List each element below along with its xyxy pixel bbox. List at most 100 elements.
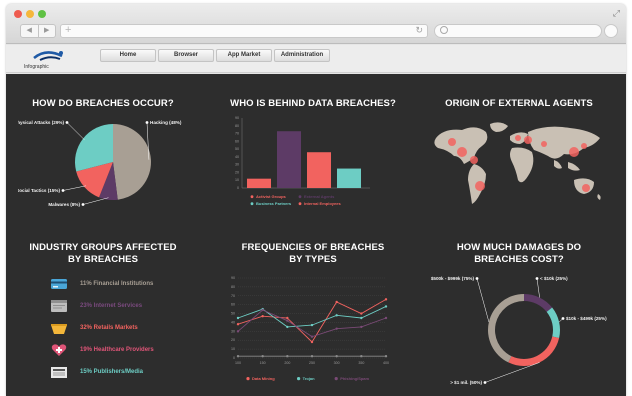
data-point [236, 355, 240, 358]
data-point [360, 355, 363, 358]
expand-icon[interactable]: ⤢ [613, 8, 620, 19]
reload-icon[interactable]: ↻ [415, 25, 423, 36]
y-tick-label: 0 [233, 356, 235, 360]
y-tick-label: 10 [235, 178, 239, 182]
tab-home[interactable]: Home [100, 49, 156, 62]
legend-label: Internal Employees [304, 201, 341, 206]
y-tick-label: 60 [231, 303, 235, 307]
data-point [384, 316, 388, 320]
x-tick-label: 150 [260, 361, 266, 365]
new-tab-icon[interactable]: + [65, 24, 71, 36]
y-tick-label: 70 [235, 132, 239, 136]
y-tick-label: 80 [235, 124, 239, 128]
browser-menu-button[interactable] [604, 24, 618, 38]
newspaper-icon [51, 367, 67, 378]
donut-segment-label: $500k - $999k (75%) [431, 276, 475, 281]
x-tick-label: 100 [235, 361, 241, 365]
y-tick-label: 30 [235, 163, 239, 167]
damages-title: HOW MUCH DAMAGES DO BREACHES COST? [456, 242, 582, 265]
frequencies-title: FREQUENCIES OF BREACHES BY TYPES [241, 242, 385, 265]
donut-segment-label: $10k - $499k (25%) [566, 316, 607, 321]
donut-label-dot [535, 277, 539, 280]
tab-browser[interactable]: Browser [158, 49, 214, 62]
behind-breaches-title: WHO IS BEHIND DATA BREACHES? [230, 98, 396, 109]
zoom-window-button[interactable] [38, 10, 46, 18]
data-point [261, 355, 264, 358]
legend-dot [297, 377, 301, 381]
series-line [237, 309, 387, 338]
breaches-occur-title: HOW DO BREACHES OCCUR? [32, 98, 174, 109]
data-point [261, 308, 264, 312]
legend-dot [298, 195, 302, 199]
main-navigation: Home Browser App Market Administration [100, 49, 332, 62]
industry-label: 11% Financial Institutions [80, 281, 154, 287]
donut-leader-line [476, 278, 490, 323]
behind-breaches-bar-chart: 0 10 20 30 40 50 60 70 80 90 Activist Groups Extern… [235, 116, 370, 206]
browser-window-icon [51, 300, 67, 312]
bar [307, 152, 331, 188]
world-map [434, 122, 601, 204]
legend-dot [250, 202, 254, 206]
industry-label: 23% Internet Services [80, 303, 143, 309]
legend-label: Phishing/Spam [340, 376, 369, 381]
data-point [335, 314, 338, 317]
pie-leader-line [66, 122, 85, 141]
industry-item-internet: 23% Internet Services [50, 298, 142, 314]
industry-item-publishers: 15% Publishers/Media [50, 364, 143, 380]
pie-leader-line [82, 197, 109, 205]
donut-segment [546, 307, 560, 339]
y-tick-label: 60 [235, 139, 239, 143]
back-button[interactable]: ◀ [21, 25, 38, 37]
data-point [335, 300, 338, 304]
x-tick-label: 200 [284, 361, 290, 365]
industry-item-financial: 11% Financial Institutions [50, 276, 153, 292]
legend-dot [334, 377, 338, 381]
tab-app-market[interactable]: App Market [216, 49, 272, 62]
logo-icon [33, 51, 63, 61]
industry-groups-title: INDUSTRY GROUPS AFFECTED BY BREACHES [29, 242, 177, 265]
bar [337, 168, 361, 188]
industry-label: 32% Retails Markets [80, 325, 138, 331]
y-tick-label: 20 [231, 338, 235, 342]
legend-label: Business Partners [256, 201, 292, 206]
pie-slice-label: Social Tactics (15%) [18, 188, 60, 193]
bar [247, 178, 271, 188]
address-bar[interactable]: + ↻ [60, 24, 428, 38]
data-point [335, 327, 338, 330]
y-tick-label: 50 [235, 147, 239, 151]
search-icon [440, 26, 448, 34]
donut-label-dot [475, 277, 479, 280]
bar [277, 131, 301, 188]
y-tick-label: 30 [231, 329, 235, 333]
x-tick-label: 250 [309, 361, 315, 365]
data-point [310, 323, 314, 327]
data-point [360, 316, 363, 320]
legend-dot [298, 202, 302, 206]
data-point [360, 312, 363, 315]
browser-toolbar: ⤢ ◀ ▶ + ↻ [6, 4, 626, 44]
data-point [384, 355, 388, 358]
data-point [335, 355, 338, 358]
data-point [236, 330, 240, 333]
donut-segment [524, 294, 553, 312]
donut-label-dot [483, 381, 487, 384]
damages-donut-chart: < $10k (25%) $10k - $499k (25%) > $1 mil. … [431, 276, 607, 385]
data-point [360, 325, 363, 329]
industry-item-healthcare: 19% Healthcare Providers [50, 342, 154, 358]
forward-button[interactable]: ▶ [37, 25, 56, 37]
donut-leader-line [536, 278, 540, 298]
x-tick-label: 300 [334, 361, 340, 365]
donut-segment-label: < $10k (25%) [540, 276, 568, 281]
y-tick-label: 10 [231, 347, 235, 351]
data-point [310, 340, 314, 344]
app-header: Infographic Home Browser App Market Admi… [6, 45, 626, 73]
data-point [261, 315, 264, 318]
y-tick-label: 50 [231, 312, 235, 316]
tab-administration[interactable]: Administration [274, 49, 330, 62]
search-input[interactable] [434, 24, 602, 38]
donut-segment [508, 336, 560, 366]
y-tick-label: 90 [231, 276, 235, 280]
minimize-window-button[interactable] [26, 10, 34, 18]
legend-label: Activist Groups [256, 194, 287, 199]
close-window-button[interactable] [14, 10, 22, 18]
